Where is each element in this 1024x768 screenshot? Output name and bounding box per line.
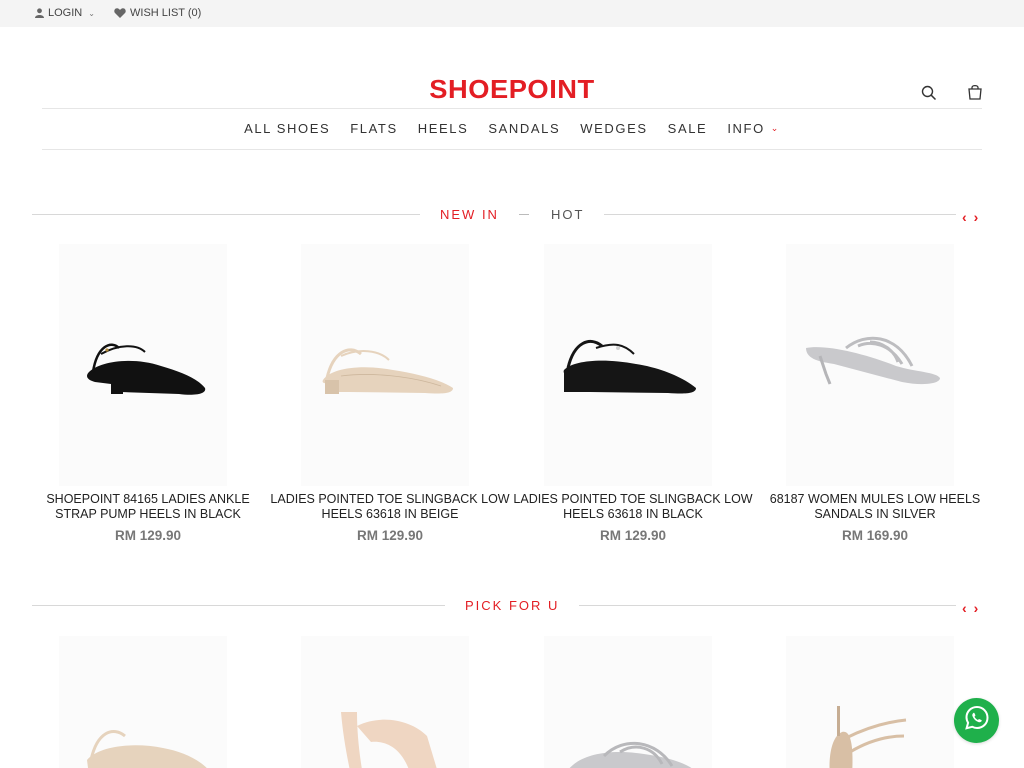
section-divider-left — [32, 605, 445, 606]
chevron-left-icon[interactable]: ‹ — [962, 209, 967, 225]
nav-item-sale[interactable]: SALE — [668, 121, 708, 136]
product-name[interactable]: LADIES POINTED TOE SLINGBACK LOW HEELS 6… — [270, 492, 510, 522]
user-icon — [35, 8, 44, 18]
shopping-bag-icon[interactable] — [967, 84, 983, 105]
nav-item-info-label: INFO — [727, 121, 765, 136]
nav-item-heels[interactable]: HEELS — [418, 121, 469, 136]
product-price: RM 129.90 — [114, 528, 182, 543]
product-image[interactable] — [59, 244, 227, 486]
chevron-down-icon: ⌄ — [88, 8, 95, 18]
top-bar: LOGIN ⌄ WISH LIST (0) — [0, 0, 1024, 27]
nav-item-all-shoes[interactable]: ALL SHOES — [244, 121, 330, 136]
nav-bottom-divider — [42, 149, 982, 150]
tab-hot[interactable]: HOT — [551, 207, 584, 222]
whatsapp-icon — [964, 705, 990, 736]
main-nav: ALL SHOES FLATS HEELS SANDALS WEDGES SAL… — [0, 121, 1024, 136]
wishlist-link[interactable]: WISH LIST (0) — [114, 7, 201, 19]
section-divider-right — [579, 605, 956, 606]
tab-separator — [519, 214, 529, 215]
product-price: RM 129.90 — [599, 528, 667, 543]
section-divider-right — [604, 214, 956, 215]
nav-item-wedges[interactable]: WEDGES — [580, 121, 647, 136]
nav-item-flats[interactable]: FLATS — [350, 121, 398, 136]
product-name[interactable]: SHOEPOINT 84165 LADIES ANKLE STRAP PUMP … — [28, 492, 268, 522]
carousel-arrows: ‹ › — [962, 209, 978, 225]
product-image[interactable] — [301, 636, 469, 768]
chevron-left-icon[interactable]: ‹ — [962, 600, 967, 616]
product-image[interactable] — [786, 636, 954, 768]
product-image[interactable] — [786, 244, 954, 486]
search-icon[interactable] — [921, 85, 937, 106]
whatsapp-button[interactable] — [954, 698, 999, 743]
product-price: RM 169.90 — [841, 528, 909, 543]
nav-top-divider — [42, 108, 982, 109]
nav-item-info[interactable]: INFO ⌄ — [727, 121, 780, 136]
site-logo[interactable]: SHOEPOINT — [0, 74, 1024, 105]
product-image[interactable] — [59, 636, 227, 768]
tab-new-in[interactable]: NEW IN — [440, 207, 499, 222]
heart-icon — [114, 8, 126, 18]
chevron-down-icon: ⌄ — [770, 123, 780, 133]
login-label: LOGIN — [48, 7, 83, 19]
chevron-right-icon[interactable]: › — [974, 209, 979, 225]
product-name[interactable]: 68187 WOMEN MULES LOW HEELS SANDALS IN S… — [755, 492, 995, 522]
carousel-arrows: ‹ › — [962, 600, 978, 616]
product-image[interactable] — [301, 244, 469, 486]
product-name[interactable]: LADIES POINTED TOE SLINGBACK LOW HEELS 6… — [513, 492, 753, 522]
chevron-right-icon[interactable]: › — [974, 600, 979, 616]
product-image[interactable] — [544, 636, 712, 768]
section-title-pick-for-u: PICK FOR U — [465, 598, 560, 613]
product-image[interactable] — [544, 244, 712, 486]
nav-item-sandals[interactable]: SANDALS — [488, 121, 560, 136]
wishlist-label: WISH LIST (0) — [130, 7, 202, 19]
section-divider-left — [32, 214, 420, 215]
login-link[interactable]: LOGIN ⌄ — [35, 7, 95, 19]
product-price: RM 129.90 — [356, 528, 424, 543]
